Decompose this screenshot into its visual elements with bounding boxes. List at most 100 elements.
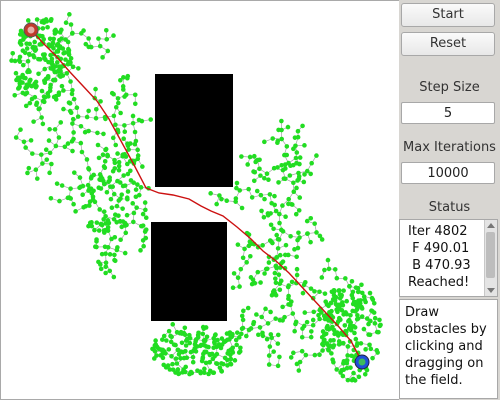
tree-node — [12, 58, 18, 64]
tree-node — [268, 222, 274, 228]
tree-node — [272, 193, 277, 199]
tree-node — [230, 350, 236, 355]
status-textarea[interactable]: Iter 4802 F 490.01 B 470.93 Reached! — [399, 219, 498, 297]
tree-node — [27, 52, 32, 58]
tree-node — [183, 338, 189, 343]
step-size-field[interactable]: 5 — [401, 102, 495, 124]
tree-node — [143, 235, 149, 241]
tree-node — [264, 171, 270, 177]
tree-node — [294, 266, 300, 272]
max-iterations-field[interactable]: 10000 — [401, 162, 495, 184]
obstacle-top[interactable] — [155, 74, 233, 187]
tree-node — [54, 49, 60, 54]
tree-node — [277, 354, 282, 360]
tree-node — [244, 333, 249, 339]
tree-node — [61, 106, 66, 112]
tree-node — [101, 228, 107, 233]
tree-node — [93, 86, 98, 92]
tree-node — [344, 311, 349, 317]
status-text: Iter 4802 F 490.01 B 470.93 Reached! — [408, 224, 471, 290]
tree-node — [376, 329, 381, 335]
tree-node — [312, 289, 317, 294]
tree-node — [102, 244, 108, 250]
tree-node — [330, 357, 335, 362]
tree-node — [66, 46, 71, 52]
tree-node — [224, 331, 230, 336]
tree-node — [283, 214, 288, 220]
tree-node — [79, 149, 85, 155]
tree-node — [107, 268, 113, 274]
tree-node — [219, 336, 225, 341]
tree-node — [123, 230, 129, 236]
tree-node — [47, 126, 52, 132]
tree-node — [45, 24, 50, 30]
tree-node — [233, 199, 238, 204]
tree-node — [263, 266, 269, 272]
tree-node — [17, 59, 23, 64]
tree-node — [18, 28, 24, 34]
tree-node — [132, 129, 138, 135]
tree-node — [100, 55, 105, 60]
tree-node — [218, 345, 224, 351]
tree-node — [275, 236, 281, 242]
tree-node — [288, 233, 293, 239]
tree-node — [118, 78, 123, 83]
tree-node — [258, 280, 263, 285]
tree-node — [48, 66, 54, 71]
scroll-up-icon[interactable] — [487, 223, 495, 228]
tree-node — [252, 153, 257, 159]
field-canvas[interactable] — [1, 1, 399, 399]
tree-node — [99, 251, 105, 257]
tree-node — [111, 113, 117, 119]
tree-node — [40, 161, 45, 166]
tree-node — [168, 333, 173, 339]
tree-node — [285, 124, 291, 130]
tree-node — [252, 169, 258, 175]
tree-node — [95, 130, 100, 136]
rrt-field[interactable] — [0, 0, 400, 400]
reset-button[interactable]: Reset — [401, 32, 495, 56]
scroll-thumb[interactable] — [486, 232, 495, 278]
tree-node — [131, 219, 136, 225]
tree-node — [296, 174, 302, 179]
tree-node — [17, 40, 23, 46]
start-marker-icon — [23, 22, 39, 38]
tree-node — [112, 212, 118, 218]
tree-node — [187, 332, 192, 338]
tree-node — [43, 76, 49, 82]
tree-node — [284, 152, 290, 158]
tree-node — [210, 370, 216, 375]
tree-node — [312, 352, 318, 358]
tree-node — [219, 196, 224, 202]
tree-node — [323, 299, 328, 304]
tree-node — [34, 176, 40, 181]
tree-node — [180, 349, 186, 355]
tree-node — [263, 306, 268, 312]
tree-node — [261, 214, 267, 220]
tree-node — [203, 337, 208, 343]
tree-node — [34, 83, 39, 89]
tree-node — [206, 371, 211, 377]
tree-node — [57, 198, 62, 204]
scroll-down-icon[interactable] — [487, 288, 495, 293]
tree-node — [308, 334, 314, 340]
tree-node — [102, 165, 108, 171]
status-scrollbar[interactable] — [484, 220, 497, 296]
obstacle-bottom[interactable] — [151, 222, 227, 321]
tree-node — [70, 148, 75, 154]
tree-node — [106, 179, 111, 185]
tree-node — [279, 136, 285, 142]
tree-node — [268, 332, 274, 337]
tree-node — [233, 337, 239, 343]
tree-node — [355, 341, 360, 346]
tree-node — [23, 91, 28, 97]
start-button[interactable]: Start — [401, 3, 495, 27]
tree-node — [246, 243, 252, 249]
tree-node — [102, 159, 108, 164]
tree-node — [274, 232, 279, 238]
tree-node — [183, 343, 189, 348]
tree-node — [277, 220, 282, 226]
tree-node — [103, 28, 109, 33]
tree-node — [119, 192, 125, 197]
tree-node — [169, 353, 174, 359]
